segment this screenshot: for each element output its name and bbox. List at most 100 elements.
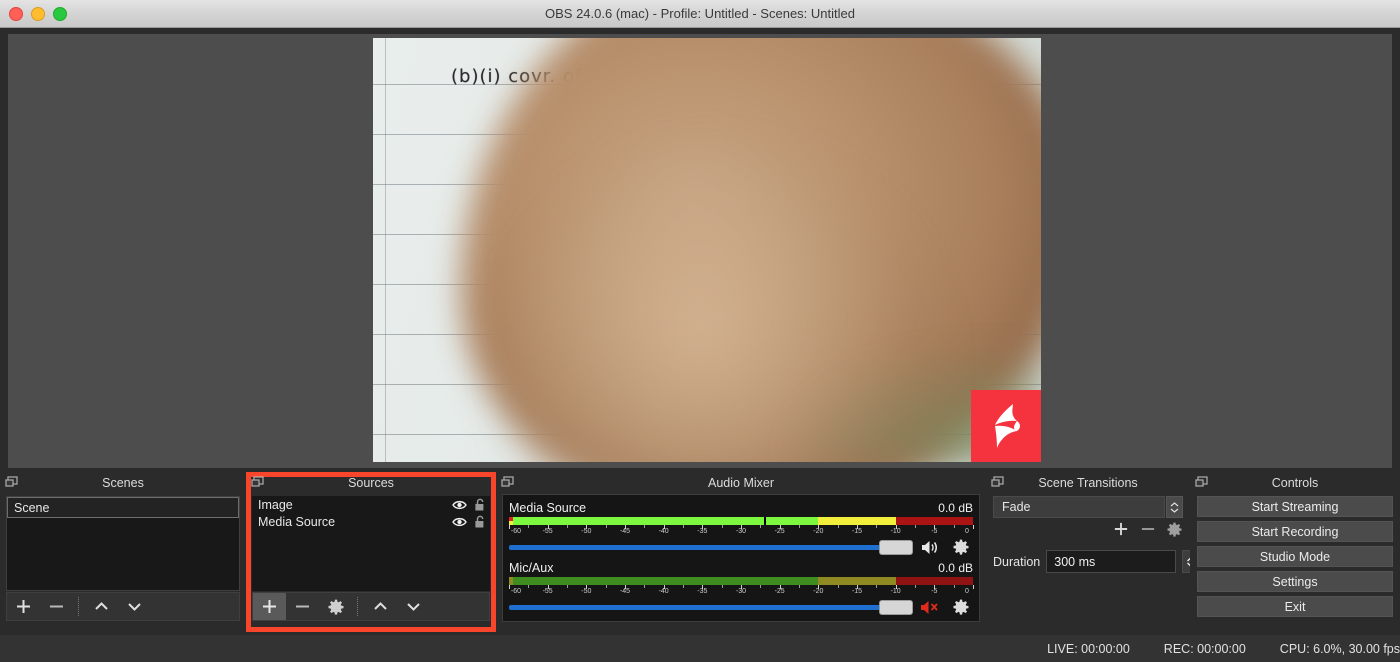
unlock-icon[interactable] <box>474 498 486 512</box>
tick-label: -60 <box>510 588 522 595</box>
channel-name: Media Source <box>509 500 587 515</box>
float-dock-icon[interactable] <box>5 476 19 489</box>
tick-label: -15 <box>851 588 863 595</box>
channel-db: 0.0 dB <box>938 560 973 575</box>
unlock-icon[interactable] <box>474 515 486 529</box>
window-controls[interactable] <box>9 7 67 21</box>
obs-window: OBS 24.0.6 (mac) - Profile: Untitled - S… <box>0 0 1400 662</box>
source-name: Image <box>258 497 293 512</box>
settings-button[interactable]: Settings <box>1197 571 1393 592</box>
sources-list[interactable]: Image Media Source <box>252 496 490 591</box>
audio-settings-gear-icon[interactable] <box>949 597 973 617</box>
channel-name: Mic/Aux <box>509 560 554 575</box>
scene-list-item[interactable]: Scene <box>7 497 239 518</box>
float-dock-icon[interactable] <box>501 476 515 489</box>
transition-select[interactable]: Fade <box>993 496 1165 518</box>
eye-icon[interactable] <box>452 499 467 511</box>
tick-label: -5 <box>931 528 938 535</box>
tick-label: -40 <box>658 528 669 535</box>
remove-source-button[interactable] <box>286 593 319 620</box>
move-scene-down-button[interactable] <box>118 593 151 620</box>
level-meter <box>509 517 973 525</box>
mixer-channel-mic-aux: Mic/Aux 0.0 dB -60 -55 -50 -45 -40 -35 -… <box>509 559 974 619</box>
source-properties-button[interactable] <box>319 593 352 620</box>
sources-toolbar[interactable] <box>252 592 490 621</box>
tick-label: -20 <box>813 528 824 535</box>
controls-header: Controls <box>1190 472 1400 494</box>
mute-toggle-button[interactable] <box>919 537 943 557</box>
channel-controls[interactable] <box>509 537 973 557</box>
source-list-item[interactable]: Image <box>252 496 490 513</box>
minimize-button[interactable] <box>31 7 45 21</box>
sources-title: Sources <box>348 476 394 490</box>
controls-title: Controls <box>1271 476 1319 490</box>
source-name: Media Source <box>258 514 336 529</box>
start-streaming-button[interactable]: Start Streaming <box>1197 496 1393 517</box>
scene-transitions-dock: Scene Transitions Fade Duration 300 ms <box>986 472 1202 635</box>
start-recording-button[interactable]: Start Recording <box>1197 521 1393 542</box>
move-source-up-button[interactable] <box>364 593 397 620</box>
float-dock-icon[interactable] <box>991 476 1005 489</box>
remove-transition-button[interactable] <box>1140 521 1156 542</box>
slider-knob[interactable] <box>879 539 913 555</box>
controls-button-list: Start Streaming Start Recording Studio M… <box>1197 496 1393 617</box>
move-source-down-button[interactable] <box>397 593 430 620</box>
channel-db: 0.0 dB <box>938 500 973 515</box>
scenes-dock: Scenes Scene <box>0 472 246 635</box>
volume-slider[interactable] <box>509 598 913 616</box>
exit-button[interactable]: Exit <box>1197 596 1393 617</box>
move-scene-up-button[interactable] <box>85 593 118 620</box>
tick-label: -25 <box>774 528 785 535</box>
tick-label: -35 <box>697 588 708 595</box>
preview-video: (b)(i) covr. of Q = (b,b <box>373 38 1041 462</box>
eye-icon[interactable] <box>452 516 467 528</box>
scenes-list[interactable]: Scene <box>6 496 240 591</box>
title-bar: OBS 24.0.6 (mac) - Profile: Untitled - S… <box>0 0 1400 28</box>
tick-label: -25 <box>774 588 785 595</box>
status-bar: LIVE: 00:00:00 REC: 00:00:00 CPU: 6.0%, … <box>0 635 1400 662</box>
preview-canvas[interactable]: (b)(i) covr. of Q = (b,b <box>8 34 1392 468</box>
tick-label: -5 <box>931 588 938 595</box>
mixer-title: Audio Mixer <box>708 476 774 490</box>
tick-label: -55 <box>542 528 553 535</box>
add-source-button[interactable] <box>253 593 286 620</box>
scenes-toolbar[interactable] <box>6 592 240 621</box>
scenes-header: Scenes <box>0 472 246 494</box>
tick-label: 0 <box>965 588 969 595</box>
float-dock-icon[interactable] <box>1195 476 1209 489</box>
transition-properties-button[interactable] <box>1167 522 1182 542</box>
tick-label: -50 <box>581 588 592 595</box>
transition-select-arrows[interactable] <box>1166 496 1183 518</box>
level-meter <box>509 577 973 585</box>
controls-dock: Controls Start Streaming Start Recording… <box>1190 472 1400 635</box>
scenes-title: Scenes <box>102 476 144 490</box>
audio-settings-gear-icon[interactable] <box>949 537 973 557</box>
transition-tools[interactable] <box>1113 521 1182 542</box>
mute-toggle-button[interactable] <box>919 597 943 617</box>
window-title: OBS 24.0.6 (mac) - Profile: Untitled - S… <box>545 6 855 21</box>
remove-scene-button[interactable] <box>40 593 73 620</box>
slider-knob[interactable] <box>879 599 913 615</box>
add-transition-button[interactable] <box>1113 521 1129 542</box>
sources-header: Sources <box>246 472 496 494</box>
zoom-button[interactable] <box>53 7 67 21</box>
channel-controls[interactable] <box>509 597 973 617</box>
volume-slider[interactable] <box>509 538 913 556</box>
preview-area[interactable]: (b)(i) covr. of Q = (b,b <box>0 28 1400 471</box>
studio-mode-button[interactable]: Studio Mode <box>1197 546 1393 567</box>
tick-label: -10 <box>890 528 901 535</box>
tick-label: -15 <box>851 528 863 535</box>
float-dock-icon[interactable] <box>251 476 265 489</box>
duration-input[interactable]: 300 ms <box>1046 550 1177 573</box>
meter-minimum-marks <box>509 517 513 525</box>
meter-minimum-marks <box>509 577 513 585</box>
transitions-header: Scene Transitions <box>986 472 1190 494</box>
add-scene-button[interactable] <box>7 593 40 620</box>
slider-track <box>509 544 913 550</box>
duration-row: Duration 300 ms <box>993 550 1202 573</box>
source-list-item[interactable]: Media Source <box>252 513 490 530</box>
close-button[interactable] <box>9 7 23 21</box>
peak-indicator <box>764 517 767 525</box>
tick-label: -45 <box>619 588 631 595</box>
watermark-logo <box>971 390 1041 462</box>
